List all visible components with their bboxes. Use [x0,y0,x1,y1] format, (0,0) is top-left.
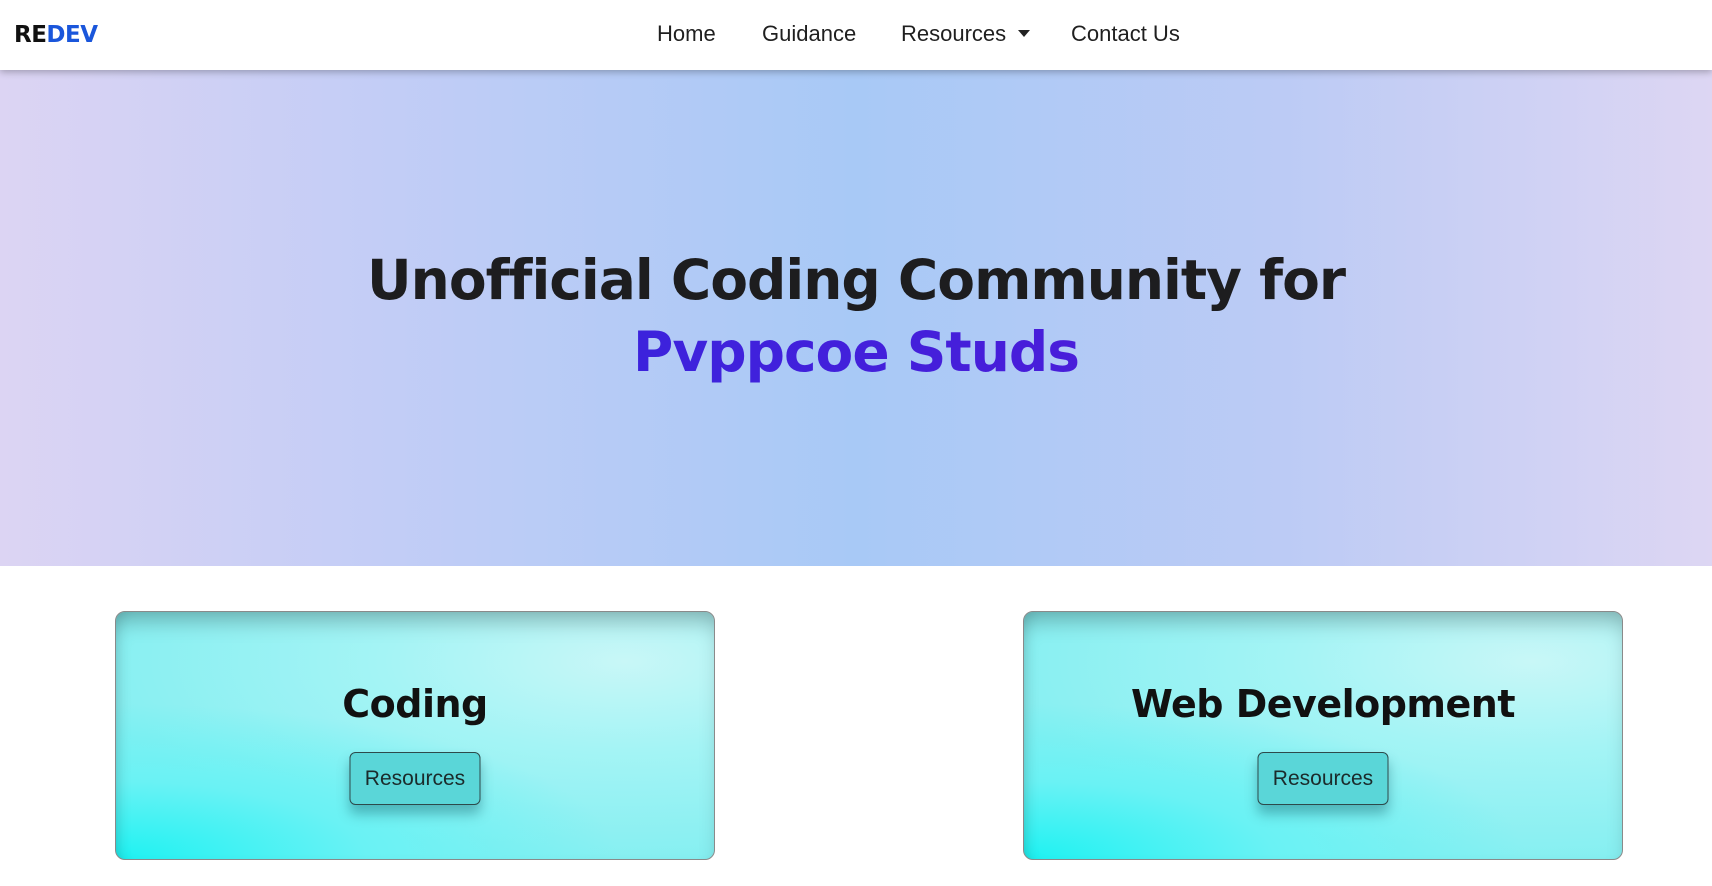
card-coding: Coding Resources [115,611,715,860]
nav-link-guidance-label: Guidance [762,21,857,46]
card-title-web-development: Web Development [1130,682,1516,726]
nav-link-contact-label: Contact Us [1071,21,1180,46]
nav-link-guidance[interactable]: Guidance [762,21,856,47]
caret-down-icon [1018,29,1031,37]
nav-link-contact[interactable]: Contact Us [1071,21,1180,47]
hero-banner: Unofficial Coding Community for Pvppcoe … [0,70,1712,566]
top-navbar: REDEV Home Guidance Resources Contact Us [0,0,1712,70]
card-web-development: Web Development Resources [1023,611,1623,860]
hero-title-accent: Pvppcoe Studs [0,316,1712,388]
coding-resources-button[interactable]: Resources [349,752,481,805]
hero-title-line1: Unofficial Coding Community for [367,248,1346,312]
nav-links: Home Guidance Resources Contact Us [0,0,1712,70]
nav-link-resources-label: Resources [901,21,1007,46]
nav-link-home-label: Home [657,21,716,46]
hero-title: Unofficial Coding Community for Pvppcoe … [0,244,1712,388]
nav-link-home[interactable]: Home [657,21,716,47]
web-development-resources-button[interactable]: Resources [1257,752,1389,805]
card-title-coding: Coding [342,682,488,726]
nav-link-resources-dropdown[interactable]: Resources [901,21,1031,47]
